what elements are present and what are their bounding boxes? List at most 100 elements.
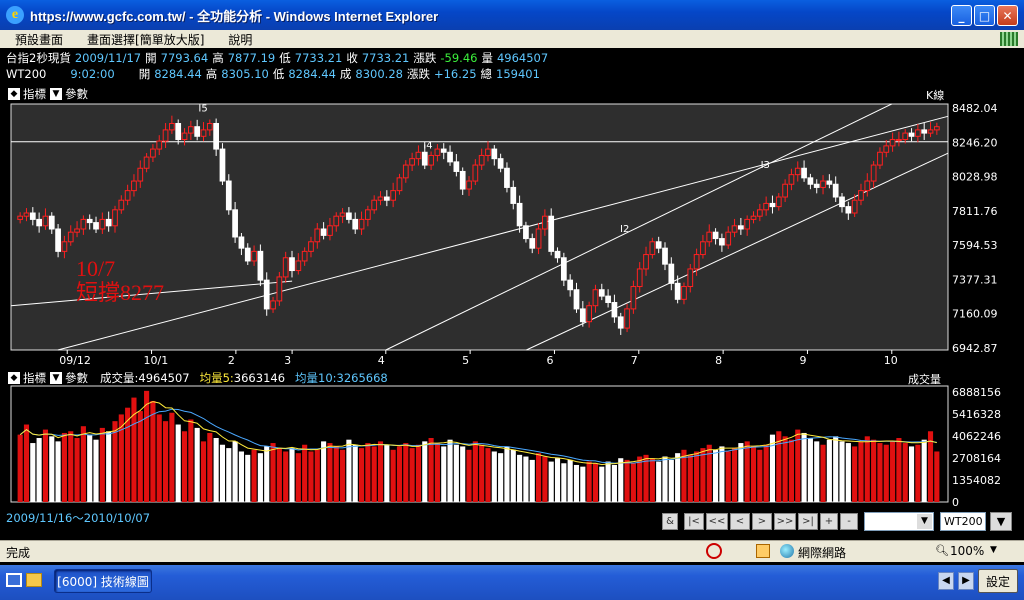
param-dropdown-icon[interactable]: ▼ bbox=[50, 372, 62, 384]
candle-body bbox=[29, 212, 36, 220]
chevron-down-icon[interactable]: ▼ bbox=[917, 514, 932, 529]
taskbar-item-chart[interactable]: [6000] 技術線圖 bbox=[54, 569, 152, 593]
volume-bar bbox=[49, 436, 55, 502]
volume-bar bbox=[586, 461, 592, 502]
wave-label: I2 bbox=[620, 224, 629, 235]
candle-body bbox=[706, 231, 713, 243]
fast-forward-button[interactable]: >> bbox=[774, 513, 796, 530]
zoom-icon[interactable]: 🔍︎ bbox=[935, 544, 949, 557]
change-label: 漲跌 bbox=[406, 66, 430, 81]
volume-bar bbox=[384, 444, 390, 502]
first-button[interactable]: |< bbox=[684, 513, 704, 530]
candle-body bbox=[257, 250, 264, 281]
volume-bar bbox=[99, 427, 105, 502]
app-menubar: 預設畫面 畫面選擇[簡單放大版] 說明 bbox=[0, 30, 1024, 48]
candle-body bbox=[377, 196, 384, 201]
candle-body bbox=[244, 247, 251, 262]
menu-screen-select[interactable]: 畫面選擇[簡單放大版] bbox=[72, 31, 213, 48]
candlestick-chart[interactable]: 8482.04 8246.20 8028.98 7811.76 7594.53 7377.… bbox=[0, 100, 1024, 368]
candle-body bbox=[643, 254, 649, 270]
zoom-out-button[interactable]: - bbox=[840, 513, 858, 530]
fast-back-button[interactable]: << bbox=[706, 513, 728, 530]
volume-bar bbox=[921, 439, 927, 502]
volume-bar bbox=[447, 439, 453, 502]
security-lock-icon[interactable] bbox=[756, 544, 770, 558]
x-tick-label: 10/1 bbox=[144, 354, 169, 367]
volume-bar bbox=[542, 456, 548, 502]
candle-body bbox=[352, 218, 359, 230]
link-button[interactable]: & bbox=[662, 513, 678, 530]
volume-bar bbox=[934, 451, 940, 502]
volume-bar bbox=[719, 446, 725, 502]
scroll-left-icon[interactable]: ◀ bbox=[938, 572, 954, 590]
candle-body bbox=[921, 129, 928, 134]
zoom-level[interactable]: 100% bbox=[950, 544, 984, 558]
privacy-icon[interactable] bbox=[706, 543, 722, 559]
x-tick-label: 7 bbox=[631, 354, 638, 367]
volume-bar bbox=[175, 424, 181, 502]
menu-help[interactable]: 說明 bbox=[213, 31, 261, 48]
candle-body bbox=[421, 151, 428, 166]
volume-bar bbox=[188, 419, 194, 502]
maximize-button[interactable]: □ bbox=[974, 5, 995, 26]
volume-bar bbox=[321, 441, 327, 502]
volume-bar bbox=[106, 431, 112, 502]
candle-body bbox=[915, 129, 921, 137]
menu-default-screen[interactable]: 預設畫面 bbox=[0, 31, 72, 48]
volume-bar bbox=[637, 456, 643, 502]
candle-body bbox=[42, 215, 49, 227]
symbol-dropdown-icon[interactable]: ▼ bbox=[990, 512, 1012, 531]
indicator-toggle-icon[interactable]: ◆ bbox=[8, 88, 20, 100]
candle-body bbox=[213, 123, 220, 150]
volume-bar bbox=[163, 421, 169, 502]
period-select[interactable]: ▼ bbox=[864, 512, 934, 531]
show-desktop-icon[interactable] bbox=[6, 573, 22, 587]
zoom-dropdown-icon[interactable]: ▼ bbox=[990, 545, 997, 555]
volume-bar bbox=[238, 451, 244, 502]
candle-body bbox=[156, 140, 163, 150]
candle-body bbox=[535, 228, 542, 249]
volume-bar bbox=[662, 456, 668, 502]
total-label: 總 bbox=[480, 66, 493, 81]
volume-bar bbox=[915, 444, 921, 502]
candle-body bbox=[17, 215, 24, 220]
signal-grip-icon bbox=[1000, 32, 1018, 46]
candle-body bbox=[187, 126, 194, 134]
minimize-button[interactable]: _ bbox=[951, 5, 972, 26]
zoom-in-button[interactable]: + bbox=[820, 513, 838, 530]
volume-bar bbox=[725, 451, 731, 502]
candle-body bbox=[756, 209, 763, 217]
candle-body bbox=[839, 196, 845, 208]
scroll-right-icon[interactable]: ▶ bbox=[958, 572, 974, 590]
total-value: 159401 bbox=[496, 66, 540, 81]
back-button[interactable]: < bbox=[730, 513, 750, 530]
volume-bar bbox=[36, 438, 42, 502]
volume-bar bbox=[852, 446, 858, 502]
volume-bar bbox=[845, 443, 851, 502]
candle-body bbox=[67, 231, 74, 243]
ma10-value: 3265668 bbox=[336, 371, 388, 385]
symbol-input[interactable]: WT200 bbox=[940, 512, 986, 531]
candle-body bbox=[592, 289, 599, 307]
candle-body bbox=[162, 129, 169, 142]
candle-body bbox=[542, 215, 548, 230]
volume-bar bbox=[833, 436, 839, 502]
volume-bar bbox=[731, 448, 738, 502]
candle-body bbox=[579, 308, 586, 323]
annotation-text: 短撐8277 bbox=[76, 280, 164, 305]
candle-body bbox=[282, 257, 289, 278]
volume-bar bbox=[200, 441, 207, 502]
y-tick-label: 7160.09 bbox=[952, 308, 998, 321]
globe-icon bbox=[780, 544, 794, 558]
indicator-toggle-icon[interactable]: ◆ bbox=[8, 372, 20, 384]
volume-chart[interactable]: 6888156 5416328 4062246 2708164 1354082 0 bbox=[0, 384, 1024, 508]
close-button[interactable]: ✕ bbox=[997, 5, 1018, 26]
forward-button[interactable]: > bbox=[752, 513, 772, 530]
candle-body bbox=[118, 199, 125, 211]
settings-button[interactable]: 設定 bbox=[978, 569, 1018, 593]
last-button[interactable]: >| bbox=[798, 513, 818, 530]
param-dropdown-icon[interactable]: ▼ bbox=[50, 88, 62, 100]
volume-bar bbox=[687, 454, 693, 502]
folder-icon[interactable] bbox=[26, 573, 42, 587]
volume-bar bbox=[74, 438, 80, 502]
